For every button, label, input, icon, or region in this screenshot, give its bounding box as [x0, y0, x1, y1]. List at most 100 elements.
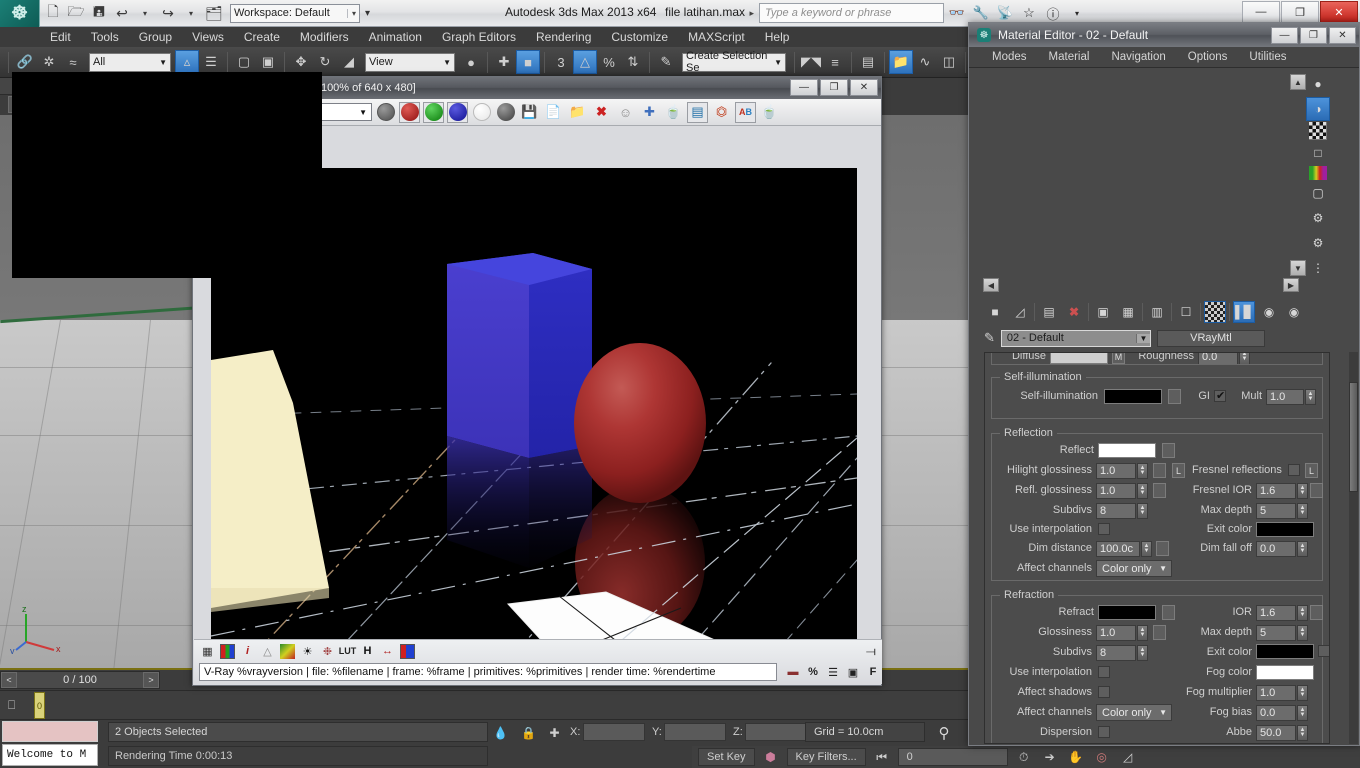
refraction-use-interpolation-checkbox[interactable] [1098, 666, 1110, 678]
redo-dropdown-icon[interactable]: ▾ [180, 2, 202, 24]
lens-effects-icon[interactable]: ❉ [320, 644, 335, 659]
reference-coordinate-dropdown[interactable]: View ▼ [365, 52, 455, 72]
prev-frame-button[interactable]: < [1, 672, 17, 688]
refraction-subdivs-field[interactable]: 8 [1096, 645, 1136, 661]
next-frame-button[interactable]: > [143, 672, 159, 688]
me-close-button[interactable]: ✕ [1329, 26, 1356, 44]
color-corrections-icon[interactable] [220, 643, 235, 659]
render-last-teapot-icon[interactable]: 🍵 [663, 102, 684, 123]
rectangular-selection-region-icon[interactable]: ▢ [232, 50, 256, 74]
menu-item-animation[interactable]: Animation [359, 27, 432, 47]
exposure-icon[interactable]: ☀ [300, 644, 315, 659]
me-menu-utilities[interactable]: Utilities [1238, 51, 1297, 63]
material-params-scrollbar[interactable] [1349, 352, 1358, 744]
maximize-viewport-icon[interactable]: ◿ [1118, 748, 1138, 766]
menu-item-maxscript[interactable]: MAXScript [678, 27, 755, 47]
abbe-field[interactable]: 50.0 [1256, 725, 1296, 741]
prev-key-icon[interactable]: ⏮ [872, 748, 892, 766]
y-coordinate-field[interactable] [664, 723, 726, 741]
stamp-toggle-icon[interactable]: ▬ [784, 663, 802, 681]
sample-uv-tiling-icon[interactable]: □ [1306, 141, 1330, 165]
self-illumination-color-swatch[interactable] [1104, 389, 1162, 404]
gi-checkbox[interactable] [1214, 389, 1226, 402]
expand-arrow-icon[interactable]: ▸ [749, 8, 754, 19]
refl-glossiness-field[interactable]: 1.0 [1096, 483, 1136, 499]
vfb-minimize-button[interactable]: — [790, 79, 818, 96]
schematic-view-icon[interactable]: ◫ [937, 50, 961, 74]
vray-teapot-icon[interactable]: 🍵 [759, 102, 780, 123]
refract-color-swatch[interactable] [1098, 605, 1156, 620]
app-menu-logo-icon[interactable]: ☸ [0, 0, 40, 27]
refraction-affect-channels-dropdown[interactable]: Color only ▼ [1096, 704, 1172, 721]
fresnel-lock-button[interactable]: L [1305, 463, 1318, 478]
redo-icon[interactable]: ↪ [157, 2, 179, 24]
help-icon[interactable]: ⓘ [1042, 3, 1064, 23]
reflection-use-interpolation-checkbox[interactable] [1098, 523, 1110, 535]
diffuse-map-button[interactable]: M [1112, 353, 1125, 364]
slots-scroll-up-button[interactable]: ▲ [1290, 74, 1306, 90]
dim-falloff-spinner[interactable]: ▲ ▼ [1297, 541, 1308, 557]
select-and-rotate-icon[interactable]: ↻ [313, 50, 337, 74]
select-by-name-icon[interactable]: ☰ [199, 50, 223, 74]
reflection-max-depth-field[interactable]: 5 [1256, 503, 1296, 519]
eyedropper-icon[interactable]: ✎ [984, 330, 995, 346]
pan-view-icon[interactable]: ➔ [1040, 748, 1060, 766]
favorites-star-icon[interactable]: ☆ [1018, 3, 1040, 23]
monochrome-channel-icon[interactable] [495, 102, 516, 123]
key-filters-button[interactable]: Key Filters... [786, 748, 866, 766]
menu-item-views[interactable]: Views [182, 27, 234, 47]
hand-pan-icon[interactable]: ✋ [1066, 748, 1086, 766]
save-file-icon[interactable]: 🖪 [88, 2, 110, 24]
z-coordinate-field[interactable] [745, 723, 807, 741]
show-end-result-icon[interactable]: ▌▊ [1233, 301, 1255, 323]
edit-named-selection-icon[interactable]: ✎ [654, 50, 678, 74]
isolate-selection-icon[interactable]: 💧 [492, 724, 509, 741]
region-render-icon[interactable]: ✚ [639, 102, 660, 123]
time-configuration-icon[interactable]: ⏱ [1014, 748, 1034, 766]
bind-space-warp-icon[interactable]: ≈ [61, 50, 85, 74]
material-params-scrollbar-thumb[interactable] [1349, 382, 1358, 492]
track-render-icon[interactable]: ☺ [615, 102, 636, 123]
window-crossing-icon[interactable]: ▣ [256, 50, 280, 74]
slots-scroll-left-button[interactable]: ◀ [983, 278, 999, 292]
select-and-scale-icon[interactable]: ◢ [337, 50, 361, 74]
chevron-double-down-icon[interactable]: ⟞ [866, 644, 876, 659]
reflection-max-depth-spinner[interactable]: ▲ ▼ [1297, 503, 1308, 519]
set-key-button[interactable]: Set Key [698, 748, 755, 766]
video-color-check-icon[interactable] [1309, 166, 1327, 180]
workspace-selector[interactable]: Workspace: Default ▾ [230, 3, 360, 23]
fresnel-reflections-checkbox[interactable] [1288, 464, 1300, 476]
mult-spinner[interactable]: ▲ ▼ [1305, 389, 1316, 405]
reflection-subdivs-field[interactable]: 8 [1096, 503, 1136, 519]
satellite-icon[interactable]: 📡 [994, 3, 1016, 23]
hilight-glossiness-field[interactable]: 1.0 [1096, 463, 1136, 479]
key-mode-toggle-icon[interactable]: ⚲ [925, 722, 963, 744]
time-slider[interactable]: < 0 / 100 > [0, 671, 160, 689]
fog-color-swatch[interactable] [1256, 665, 1314, 680]
search-input[interactable]: Type a keyword or phrase [759, 3, 944, 23]
lut-icon[interactable]: LUT [339, 644, 357, 659]
stamp-screen-icon[interactable]: ▣ [844, 663, 862, 681]
vfb-stamp-input[interactable]: V-Ray %vrayversion | file: %filename | f… [199, 663, 777, 681]
green-channel-icon[interactable] [423, 101, 444, 123]
fog-multiplier-spinner[interactable]: ▲ ▼ [1297, 685, 1308, 701]
backlight-icon[interactable]: ◑ [1306, 97, 1330, 121]
dim-distance-field[interactable]: 100.0c [1096, 541, 1140, 557]
stamp-align-icon[interactable]: ☰ [824, 663, 842, 681]
slots-scroll-down-button[interactable]: ▼ [1290, 260, 1306, 276]
menu-item-rendering[interactable]: Rendering [526, 27, 601, 47]
time-playhead[interactable]: 0 [34, 692, 45, 719]
info-icon[interactable]: i [240, 644, 255, 659]
time-ruler[interactable] [36, 691, 968, 719]
set-key-filters-icon[interactable]: ⬢ [761, 748, 781, 766]
abbe-spinner[interactable]: ▲ ▼ [1297, 725, 1308, 741]
menu-item-group[interactable]: Group [129, 27, 182, 47]
restore-button[interactable]: ❐ [1281, 1, 1319, 23]
blue-channel-icon[interactable] [447, 101, 468, 123]
material-type-button[interactable]: VRayMtl [1156, 329, 1265, 347]
menu-item-customize[interactable]: Customize [601, 27, 678, 47]
snaps-toggle-icon[interactable]: ■ [516, 50, 540, 74]
load-image-icon[interactable]: 📁 [567, 102, 588, 123]
me-minimize-button[interactable]: — [1271, 26, 1298, 44]
dim-distance-spinner[interactable]: ▲ ▼ [1141, 541, 1152, 557]
